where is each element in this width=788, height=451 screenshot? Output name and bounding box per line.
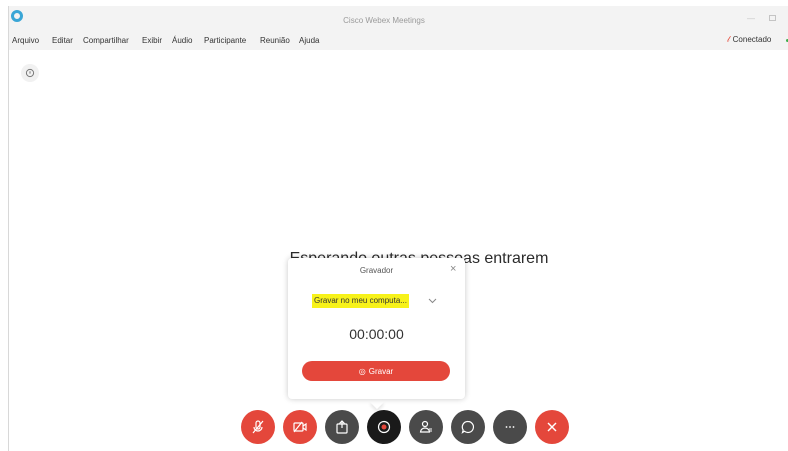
microphone-status-icon: 𝓁 (727, 35, 730, 44)
microphone-muted-icon (252, 420, 264, 434)
close-x-icon (547, 422, 557, 432)
chat-button[interactable] (451, 410, 485, 444)
record-icon: ◎ (358, 366, 366, 376)
connection-status[interactable]: 𝓁 Conectado (727, 35, 771, 45)
menu-participante[interactable]: Participante (204, 36, 246, 45)
record-destination-select[interactable]: Gravar no meu computa... (312, 294, 409, 308)
record-button[interactable]: ◎ Gravar (302, 361, 450, 381)
window-title: Cisco Webex Meetings (343, 16, 425, 25)
title-bar: Cisco Webex Meetings — (9, 6, 788, 32)
webex-logo-icon (11, 10, 23, 22)
chat-icon (461, 420, 474, 434)
mute-button[interactable] (241, 410, 275, 444)
share-button[interactable] (325, 410, 359, 444)
close-icon[interactable]: × (450, 263, 456, 275)
menu-arquivo[interactable]: Arquivo (12, 36, 39, 45)
share-icon (336, 420, 348, 434)
more-icon (505, 426, 515, 428)
video-off-icon (293, 421, 307, 433)
menu-editar[interactable]: Editar (52, 36, 73, 45)
record-button-label: Gravar (368, 366, 394, 376)
more-options-button[interactable] (493, 410, 527, 444)
meeting-info-button[interactable] (21, 64, 39, 82)
recorder-button[interactable] (367, 410, 401, 444)
end-meeting-button[interactable] (535, 410, 569, 444)
record-circle-icon (377, 420, 391, 434)
menu-audio[interactable]: Áudio (172, 36, 192, 45)
participants-icon (419, 420, 432, 433)
video-button[interactable] (283, 410, 317, 444)
menu-bar: Arquivo Editar Compartilhar Exibir Áudio… (9, 32, 788, 50)
chevron-down-icon[interactable] (428, 296, 437, 305)
participants-button[interactable] (409, 410, 443, 444)
menu-compartilhar[interactable]: Compartilhar (83, 36, 129, 45)
menu-exibir[interactable]: Exibir (142, 36, 162, 45)
menu-reuniao[interactable]: Reunião (260, 36, 290, 45)
connection-status-label: Conectado (732, 35, 772, 44)
menu-ajuda[interactable]: Ajuda (299, 36, 319, 45)
maximize-button[interactable] (769, 15, 776, 21)
recording-timer: 00:00:00 (349, 326, 404, 342)
info-icon (25, 68, 35, 78)
recorder-popup: Gravador × Gravar no meu computa... 00:0… (288, 258, 465, 399)
minimize-button[interactable]: — (747, 14, 755, 23)
recorder-title: Gravador (359, 266, 394, 275)
